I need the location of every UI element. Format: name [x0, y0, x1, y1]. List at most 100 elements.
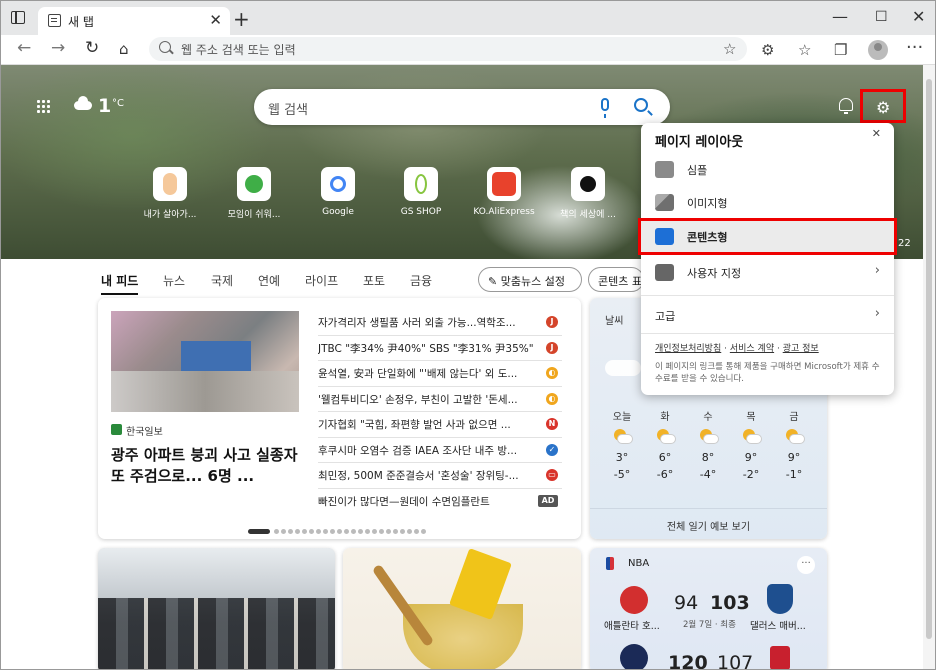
news-photo-card-1[interactable] [98, 548, 335, 669]
rockets-logo-icon [770, 646, 790, 669]
quick-link-4[interactable]: GS SHOP [381, 167, 461, 217]
carousel-dot[interactable] [281, 529, 286, 534]
carousel-dot[interactable] [330, 529, 335, 534]
carousel-dot[interactable] [337, 529, 342, 534]
forecast-day[interactable]: 목 9° -2° [730, 408, 772, 481]
forecast-day[interactable]: 오늘 3° -5° [601, 408, 643, 481]
page-scrollbar[interactable] [923, 65, 935, 669]
quick-link-5[interactable]: KO.AliExpress [464, 167, 544, 217]
quick-link-6[interactable]: 책의 세상에 ... [548, 167, 628, 220]
add-favorite-star-icon[interactable]: ☆ [723, 40, 736, 58]
carousel-dot[interactable] [365, 529, 370, 534]
web-search-box[interactable]: 웹 검색 [254, 89, 670, 125]
forecast-day[interactable]: 화 6° -6° [644, 408, 686, 481]
more-menu-icon[interactable]: ··· [906, 37, 923, 58]
profile-avatar[interactable] [868, 40, 888, 60]
customize-news-button[interactable]: ✎ 맞춤뉴스 설정 [478, 267, 582, 292]
news-list-item[interactable]: 빠진이가 많다면—원데이 수면임플란트 AD [318, 489, 562, 515]
feed-tab-entertainment[interactable]: 연예 [258, 272, 280, 289]
hero-temperature[interactable]: 1 [98, 95, 111, 117]
carousel-dot[interactable] [386, 529, 391, 534]
tab-new-tab[interactable]: 새 탭 ✕ [38, 7, 230, 35]
feed-tab-news[interactable]: 뉴스 [163, 272, 185, 289]
ad-info-link[interactable]: 광고 정보 [783, 344, 819, 354]
news-list-item[interactable]: 윤석열, 安과 단일화에 "'배제 않는다' 외 도... ◐ [318, 361, 562, 387]
news-headline[interactable]: 광주 아파트 붕괴 사고 실종자 또 주검으로... 6명 ... [111, 445, 301, 487]
favorites-icon[interactable]: ☆ [798, 41, 811, 59]
quick-link-2[interactable]: 모임이 쉬워... [214, 167, 294, 220]
carousel-dot[interactable] [302, 529, 307, 534]
carousel-dot[interactable] [309, 529, 314, 534]
carousel-dot[interactable] [393, 529, 398, 534]
forecast-day[interactable]: 수 8° -4° [687, 408, 729, 481]
news-list-item[interactable]: '웰컴투비디오' 손정우, 부친이 고발한 '돈세... ◐ [318, 387, 562, 412]
nba-card[interactable]: NBA ··· 94 103 애틀란타 호... 2월 7일 · 최종 댈러스 … [590, 548, 827, 669]
notification-bell-icon[interactable] [839, 98, 853, 114]
feed-tab-finance[interactable]: 금융 [410, 272, 432, 289]
carousel-dot[interactable] [274, 529, 279, 534]
carousel-dot[interactable] [400, 529, 405, 534]
carousel-dot[interactable] [421, 529, 426, 534]
forecast-low: -6° [656, 468, 674, 481]
news-photo[interactable] [111, 311, 299, 412]
feed-tab-photo[interactable]: 포토 [363, 272, 385, 289]
close-window-icon[interactable]: ✕ [912, 7, 925, 26]
apps-grid-icon[interactable] [36, 99, 50, 113]
carousel-dot-active[interactable] [248, 529, 270, 534]
forecast-day[interactable]: 금 9° -1° [773, 408, 815, 481]
layout-option-custom[interactable]: 사용자 지정 › [641, 256, 894, 289]
settings-gear-icon[interactable]: ⚙ [876, 98, 890, 117]
maximize-icon[interactable]: ☐ [875, 9, 888, 25]
carousel-dot[interactable] [414, 529, 419, 534]
new-tab-plus-icon[interactable]: + [233, 7, 250, 31]
carousel-dot[interactable] [358, 529, 363, 534]
carousel-dot[interactable] [295, 529, 300, 534]
back-arrow-icon[interactable]: ← [17, 38, 31, 58]
news-list-item[interactable]: 후쿠시마 오염수 검증 IAEA 조사단 내주 방... ✓ [318, 438, 562, 463]
full-forecast-link[interactable]: 전체 일기 예보 보기 [590, 508, 827, 539]
address-search-icon [159, 41, 171, 53]
home-icon[interactable]: ⌂ [119, 40, 129, 58]
quick-link-3[interactable]: Google [298, 167, 378, 217]
news-list-item[interactable]: 자가격리자 생필품 사러 외출 가능...역학조... J [318, 310, 562, 336]
content-visibility-button[interactable]: 콘텐츠 표 [588, 267, 644, 292]
page-settings-highlight[interactable]: ⚙ [860, 89, 906, 123]
address-bar[interactable]: 웹 주소 검색 또는 입력 ☆ [149, 37, 747, 61]
popover-close-icon[interactable]: ✕ [872, 127, 881, 140]
minimize-icon[interactable]: — [832, 7, 848, 26]
carousel-dot[interactable] [407, 529, 412, 534]
news-list-item[interactable]: JTBC "李34% 尹40%" SBS "李31% 尹35%" ... J [318, 336, 562, 361]
collections-icon[interactable]: ❐ [834, 41, 847, 59]
feed-tab-my-feed[interactable]: 내 피드 [101, 272, 139, 295]
carousel-dot[interactable] [323, 529, 328, 534]
privacy-link[interactable]: 개인정보처리방침 [655, 344, 721, 354]
carousel-dot[interactable] [316, 529, 321, 534]
layout-option-simple[interactable]: 심플 [641, 153, 894, 186]
service-agreement-link[interactable]: 서비스 계약 [730, 344, 774, 354]
quick-link-1-label: 내가 살아가... [143, 210, 197, 220]
tab-actions-icon[interactable] [11, 11, 25, 24]
forward-arrow-icon[interactable]: → [51, 38, 65, 58]
advanced-option[interactable]: 고급 › [641, 299, 894, 332]
news-photo-card-2[interactable] [343, 548, 581, 669]
quick-link-1[interactable]: 내가 살아가... [130, 167, 210, 220]
extensions-icon[interactable]: ⚙ [761, 41, 774, 59]
carousel-dot[interactable] [372, 529, 377, 534]
scrollbar-thumb[interactable] [926, 79, 932, 639]
carousel-dot[interactable] [288, 529, 293, 534]
carousel-dot[interactable] [379, 529, 384, 534]
band-app-icon [245, 175, 263, 193]
news-list-item[interactable]: 최민정, 500M 준준결승서 '혼성술' 장위팅-... ▭ [318, 463, 562, 489]
layout-option-image[interactable]: 이미지형 [641, 186, 894, 219]
search-icon[interactable] [634, 98, 648, 112]
feed-tab-life[interactable]: 라이프 [305, 272, 338, 289]
news-list-item[interactable]: 기자협회 "국힘, 좌편향 발언 사과 없으면 ... N [318, 412, 562, 438]
feed-tab-world[interactable]: 국제 [211, 272, 233, 289]
carousel-dot[interactable] [351, 529, 356, 534]
tab-close-icon[interactable]: ✕ [209, 11, 222, 29]
microphone-icon[interactable] [601, 98, 609, 118]
layout-option-content-selected[interactable]: 콘텐츠형 [638, 218, 897, 255]
carousel-dot[interactable] [344, 529, 349, 534]
refresh-icon[interactable]: ↻ [85, 38, 99, 58]
more-options-icon[interactable]: ··· [797, 556, 815, 574]
